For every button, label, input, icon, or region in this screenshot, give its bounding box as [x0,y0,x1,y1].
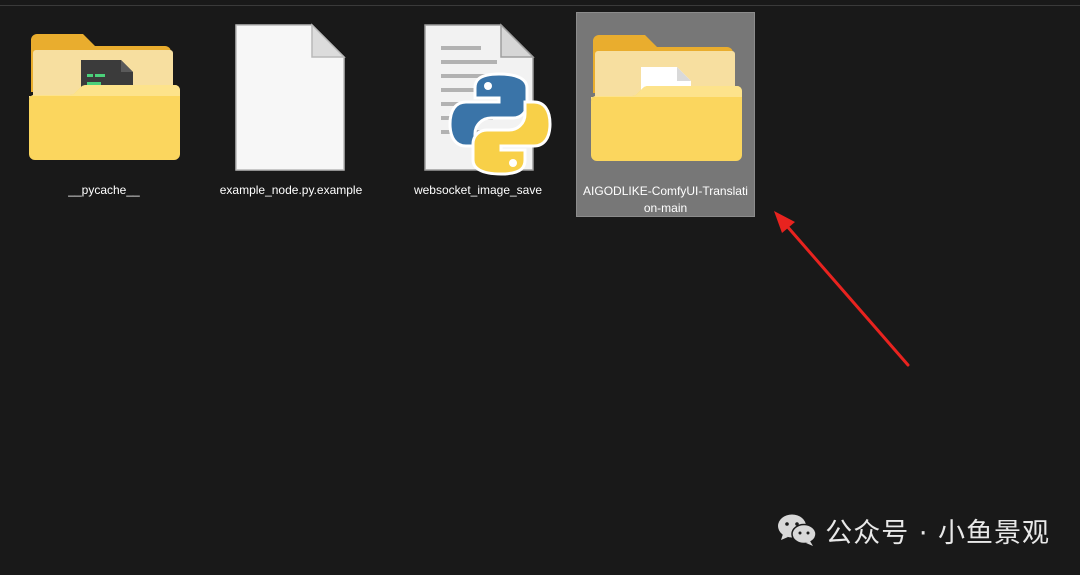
file-explorer-view: __pycache__ example_node.py.example webs [0,0,1080,575]
watermark: 公众号 · 小鱼景观 [777,510,1050,550]
wechat-icon [778,514,817,546]
red-arrow-icon [774,211,910,367]
watermark-text: 公众号 · 小鱼景观 [825,517,1050,549]
